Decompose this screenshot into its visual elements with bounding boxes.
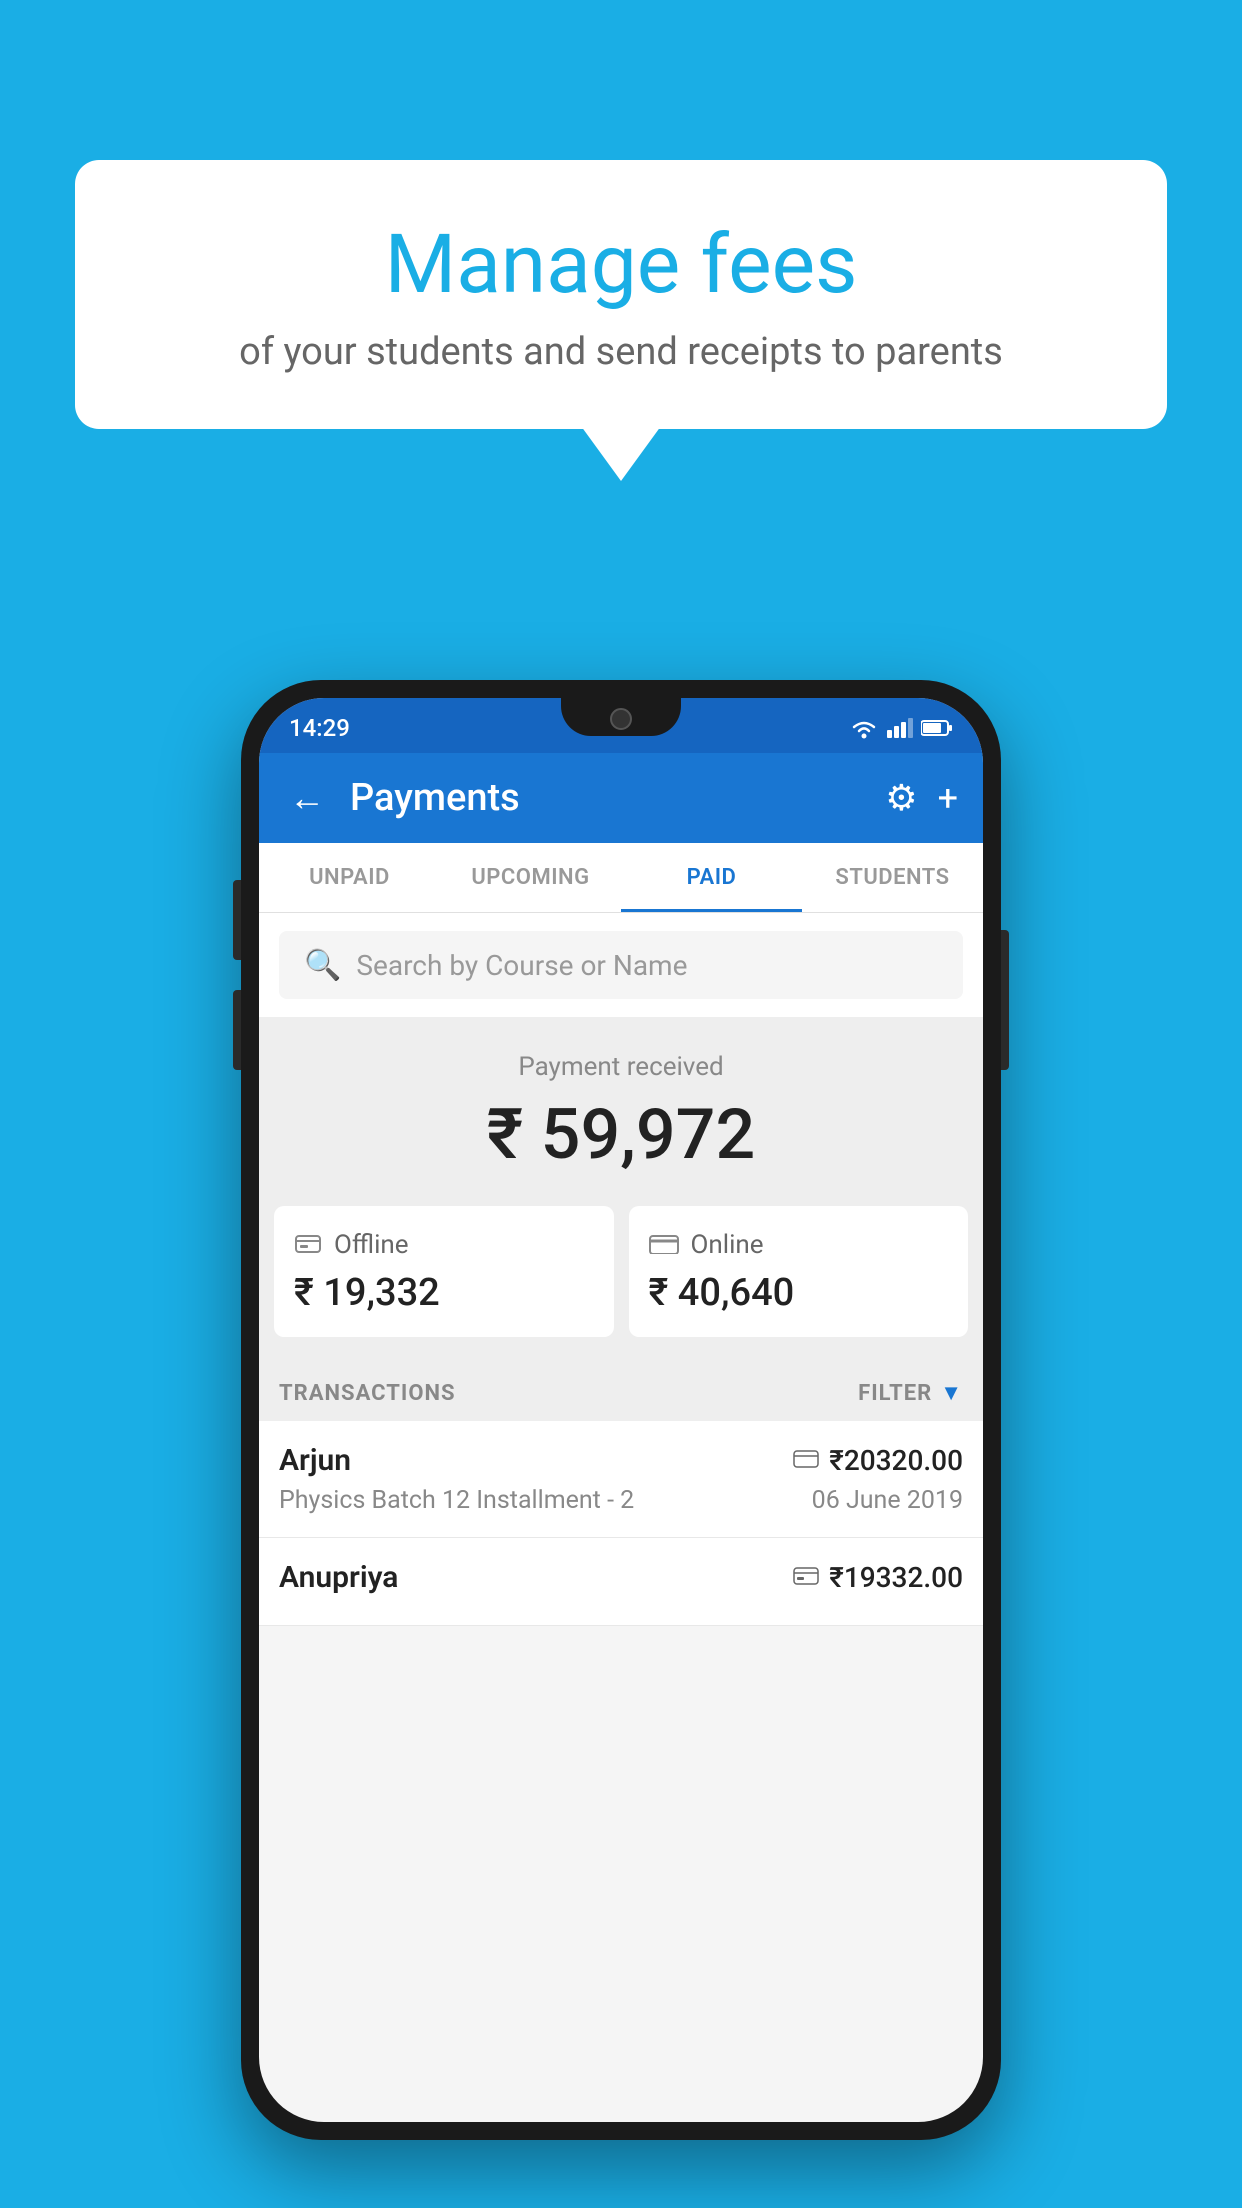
online-card: Online ₹ 40,640: [629, 1206, 969, 1337]
transaction-name: Anupriya: [279, 1560, 398, 1595]
search-placeholder: Search by Course or Name: [356, 949, 687, 982]
transaction-name: Arjun: [279, 1443, 351, 1478]
power-button: [1001, 930, 1009, 1070]
phone-mockup: 14:29: [241, 680, 1001, 2140]
volume-up-button: [233, 880, 241, 960]
payment-total-amount: ₹ 59,972: [279, 1094, 963, 1176]
camera: [610, 708, 632, 730]
app-bar: ← Payments ⚙ +: [259, 753, 983, 843]
tabs-bar: UNPAID UPCOMING PAID STUDENTS: [259, 843, 983, 913]
transaction-list: Arjun ₹20320.00 Physics: [259, 1421, 983, 1626]
filter-label: FILTER: [858, 1381, 932, 1406]
payment-received-label: Payment received: [279, 1052, 963, 1082]
search-container: 🔍 Search by Course or Name: [259, 913, 983, 1017]
online-icon: [649, 1228, 679, 1261]
tab-unpaid[interactable]: UNPAID: [259, 843, 440, 912]
offline-card-header: Offline: [294, 1228, 594, 1261]
app-bar-actions: ⚙ +: [885, 777, 958, 819]
bubble-subtitle: of your students and send receipts to pa…: [125, 330, 1117, 374]
tab-paid[interactable]: PAID: [621, 843, 802, 912]
transaction-amount-row: ₹19332.00: [793, 1561, 963, 1594]
search-icon: 🔍: [304, 948, 341, 983]
payment-cards: Offline ₹ 19,332 Online ₹ 4: [259, 1206, 983, 1362]
back-button[interactable]: ←: [284, 772, 330, 824]
offline-amount: ₹ 19,332: [294, 1271, 594, 1315]
offline-icon: [294, 1228, 322, 1261]
transaction-row[interactable]: Arjun ₹20320.00 Physics: [259, 1421, 983, 1538]
transaction-amount-row: ₹20320.00: [793, 1444, 963, 1477]
transaction-amount: ₹20320.00: [829, 1444, 963, 1477]
transactions-label: TRANSACTIONS: [279, 1381, 456, 1406]
online-label: Online: [691, 1230, 764, 1260]
app-title: Payments: [350, 776, 865, 820]
payment-received-section: Payment received ₹ 59,972: [259, 1017, 983, 1206]
transactions-header: TRANSACTIONS FILTER ▼: [259, 1362, 983, 1421]
online-amount: ₹ 40,640: [649, 1271, 949, 1315]
transaction-course: Physics Batch 12 Installment - 2: [279, 1486, 634, 1515]
transaction-date: 06 June 2019: [812, 1486, 963, 1515]
search-bar[interactable]: 🔍 Search by Course or Name: [279, 931, 963, 999]
offline-label: Offline: [334, 1230, 409, 1260]
tab-students[interactable]: STUDENTS: [802, 843, 983, 912]
signal-icon: [887, 718, 913, 738]
offline-card: Offline ₹ 19,332: [274, 1206, 614, 1337]
transaction-amount: ₹19332.00: [829, 1561, 963, 1594]
volume-down-button: [233, 990, 241, 1070]
add-button[interactable]: +: [938, 777, 958, 819]
speech-bubble: Manage fees of your students and send re…: [75, 160, 1167, 429]
phone-notch: [561, 698, 681, 736]
filter-icon: ▼: [940, 1380, 963, 1406]
bubble-title: Manage fees: [125, 220, 1117, 310]
status-icons: [849, 717, 953, 739]
tab-upcoming[interactable]: UPCOMING: [440, 843, 621, 912]
offline-payment-icon: [793, 1564, 819, 1592]
status-time: 14:29: [289, 714, 350, 742]
card-chip-icon: [793, 1447, 819, 1475]
transaction-row[interactable]: Anupriya ₹19332.00: [259, 1538, 983, 1626]
filter-button[interactable]: FILTER ▼: [858, 1380, 963, 1406]
settings-button[interactable]: ⚙: [885, 777, 917, 819]
wifi-icon: [849, 717, 879, 739]
online-card-header: Online: [649, 1228, 949, 1261]
battery-icon: [921, 720, 953, 736]
